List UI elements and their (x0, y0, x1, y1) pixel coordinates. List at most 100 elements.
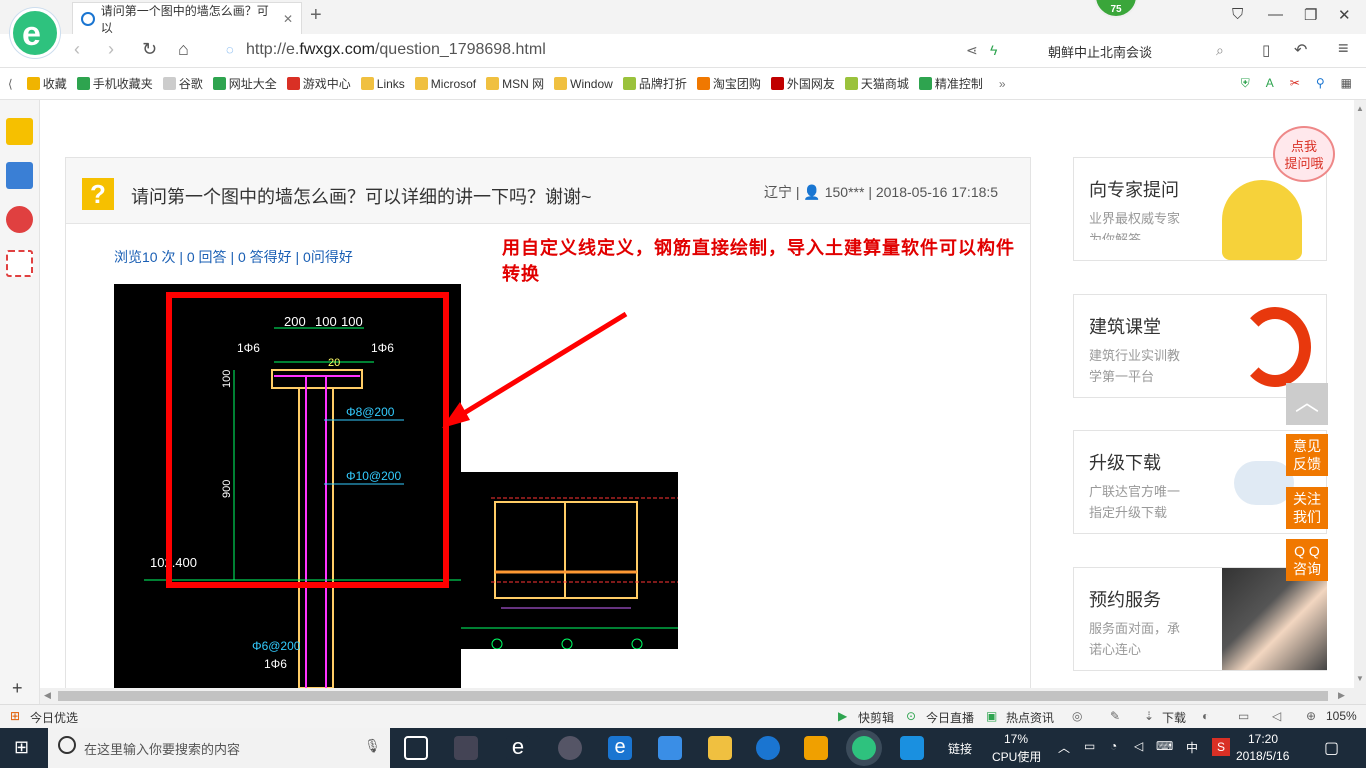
bookmark-item[interactable]: 游戏中心 (286, 75, 351, 92)
question-stats[interactable]: 浏览10 次 | 0 回答 | 0 答得好 | 0问得好 (114, 247, 353, 267)
shirt-skin-icon[interactable]: ⛉ (1232, 6, 1243, 23)
email-icon[interactable] (6, 250, 33, 277)
notepad-app-icon[interactable] (804, 736, 828, 760)
search-icon[interactable]: ⌕ (1216, 42, 1224, 59)
minimize-icon[interactable]: — (1268, 6, 1283, 23)
bookmark-item[interactable]: 淘宝团购 (696, 75, 761, 92)
reload-icon[interactable]: ↻ (142, 39, 157, 60)
bookmark-item[interactable]: Microsof (414, 77, 476, 91)
apps-icon[interactable]: ▦ (1341, 76, 1352, 91)
notification-icon[interactable]: ▢ (1324, 738, 1339, 758)
bookmark-item[interactable]: Links (360, 77, 405, 91)
reading-list-icon[interactable] (6, 162, 33, 189)
favorites-star-icon[interactable] (6, 118, 33, 145)
notification-badge[interactable]: 75 (1094, 0, 1138, 18)
new-tab-icon[interactable]: + (310, 4, 322, 27)
undo-icon[interactable]: ↶ (1294, 40, 1307, 60)
battery-icon[interactable]: ▭ (1084, 739, 1095, 753)
taskbar-link[interactable]: 链接 (948, 740, 972, 757)
active-browser-icon[interactable] (852, 736, 876, 760)
close-tab-icon[interactable]: ✕ (283, 12, 293, 26)
wifi-icon[interactable]: ◔ (1110, 739, 1117, 753)
swirl-app-icon[interactable] (558, 736, 582, 760)
bookmark-item[interactable]: 精准控制 (918, 75, 983, 92)
fan-app-icon[interactable] (454, 736, 478, 760)
back-to-top-icon[interactable]: ︿ (1286, 383, 1328, 425)
window-icon[interactable]: ▭ (1238, 709, 1249, 723)
magnifier-icon[interactable]: ⚲ (1316, 76, 1325, 91)
close-window-icon[interactable]: ✕ (1338, 6, 1351, 24)
rebar-label-4: 1Φ6 (264, 657, 287, 671)
ie-browser-icon[interactable] (658, 736, 682, 760)
bookmark-item[interactable]: 天猫商城 (844, 75, 909, 92)
sogou-icon[interactable]: S (1212, 738, 1230, 756)
address-bar: ‹ › ↻ ⌂ ◌ http://e.fwxgx.com/question_17… (0, 34, 1366, 68)
edge-browser-icon[interactable]: e (608, 736, 632, 760)
horizontal-scrollbar[interactable]: ◀ ▶ (40, 688, 1354, 704)
shield-icon[interactable]: ⛨ (1241, 76, 1250, 91)
weibo-icon[interactable] (6, 206, 33, 233)
windows-start-icon[interactable]: ⊞ (14, 737, 29, 758)
share-icon[interactable]: ⋖ (966, 42, 978, 59)
glodon-g-icon[interactable] (756, 736, 780, 760)
ask-bubble[interactable]: 点我 提问哦 (1273, 126, 1335, 182)
bookmark-item[interactable]: Window (554, 77, 613, 91)
file-explorer-icon[interactable] (708, 736, 732, 760)
lightning-icon[interactable]: ϟ (990, 42, 997, 58)
url-field[interactable]: http://e.fwxgx.com/question_1798698.html (246, 41, 546, 59)
microphone-icon[interactable]: 🎙 (364, 738, 381, 754)
back-icon[interactable]: ‹ (74, 39, 80, 60)
speed-icon[interactable]: ◎ (1072, 709, 1082, 723)
card-appointment-service[interactable]: 预约服务 服务面对面，承 诺心连心 (1073, 567, 1327, 671)
search-input[interactable]: 朝鲜中止北南会谈 (1040, 39, 1240, 63)
today-picks[interactable]: 今日优选 (30, 709, 78, 726)
bookmark-item[interactable]: 外国网友 (770, 75, 835, 92)
add-sidebar-icon[interactable]: + (12, 678, 23, 699)
sidebar-toggle-icon[interactable]: ⟨ (8, 77, 13, 91)
clock-time[interactable]: 17:20 (1248, 732, 1278, 746)
scissors-icon[interactable]: ✂ (1290, 76, 1300, 91)
clock-date[interactable]: 2018/5/16 (1236, 749, 1289, 763)
translate-icon[interactable]: A (1266, 76, 1274, 91)
pin-icon[interactable]: ✎ (1110, 709, 1120, 723)
taskbar-search-input[interactable]: 在这里输入你要搜索的内容 🎙 (48, 728, 390, 768)
ime-indicator[interactable]: 中 (1186, 739, 1198, 756)
pinned-app-icon[interactable] (900, 736, 924, 760)
feedback-button[interactable]: 意见 反馈 (1286, 434, 1328, 476)
zoom-level[interactable]: 105% (1326, 709, 1357, 723)
bookmark-item[interactable]: 谷歌 (162, 75, 203, 92)
browser-e-icon[interactable]: e (506, 736, 530, 760)
home-icon[interactable]: ⌂ (178, 39, 189, 60)
bookmark-item[interactable]: MSN 网 (486, 75, 544, 92)
volume-icon[interactable]: ◁ (1134, 739, 1143, 753)
bookmark-label: 谷歌 (178, 77, 203, 91)
keyboard-icon[interactable]: ⌨ (1156, 739, 1173, 753)
status-item-download[interactable]: 下载 (1162, 709, 1186, 726)
live-icon: ⊙ (906, 709, 917, 723)
forward-icon[interactable]: › (108, 39, 114, 60)
bookmark-item[interactable]: 品牌打折 (622, 75, 687, 92)
bookmark-item[interactable]: 网址大全 (212, 75, 277, 92)
zoom-icon[interactable]: ⊕ (1306, 709, 1316, 723)
more-bookmarks-icon[interactable]: » (999, 77, 1006, 91)
phone-icon[interactable]: ▯ (1262, 41, 1270, 59)
red-annotation: 用自定义线定义，钢筋直接绘制，导入土建算量软件可以构件转换 (502, 238, 1015, 284)
sound-icon[interactable]: ◁ (1272, 709, 1281, 723)
task-view-icon[interactable] (404, 736, 428, 760)
browser-logo-icon[interactable]: e (10, 8, 60, 58)
bookmark-item[interactable]: 手机收藏夹 (76, 75, 153, 92)
status-item-news[interactable]: 热点资讯 (1006, 709, 1054, 726)
bookmark-label: 淘宝团购 (712, 77, 761, 91)
vertical-scrollbar[interactable]: ▲ ▼ (1354, 100, 1366, 704)
browser-tab[interactable]: 请问第一个图中的墙怎么画？可以 ✕ (72, 2, 302, 35)
edge-icon[interactable]: ◐ (1202, 709, 1209, 723)
tray-chevron-icon[interactable]: ︿ (1058, 739, 1070, 756)
restore-icon[interactable]: ❐ (1304, 6, 1317, 24)
status-item-live[interactable]: 今日直播 (926, 709, 974, 726)
status-item-clip[interactable]: 快剪辑 (858, 709, 894, 726)
bookmark-item[interactable]: 收藏 (26, 75, 67, 92)
horizontal-scroll-thumb[interactable] (58, 691, 1328, 701)
qq-consult-button[interactable]: Q Q 咨询 (1286, 539, 1328, 581)
follow-us-button[interactable]: 关注 我们 (1286, 487, 1328, 529)
menu-icon[interactable]: ≡ (1338, 38, 1349, 59)
